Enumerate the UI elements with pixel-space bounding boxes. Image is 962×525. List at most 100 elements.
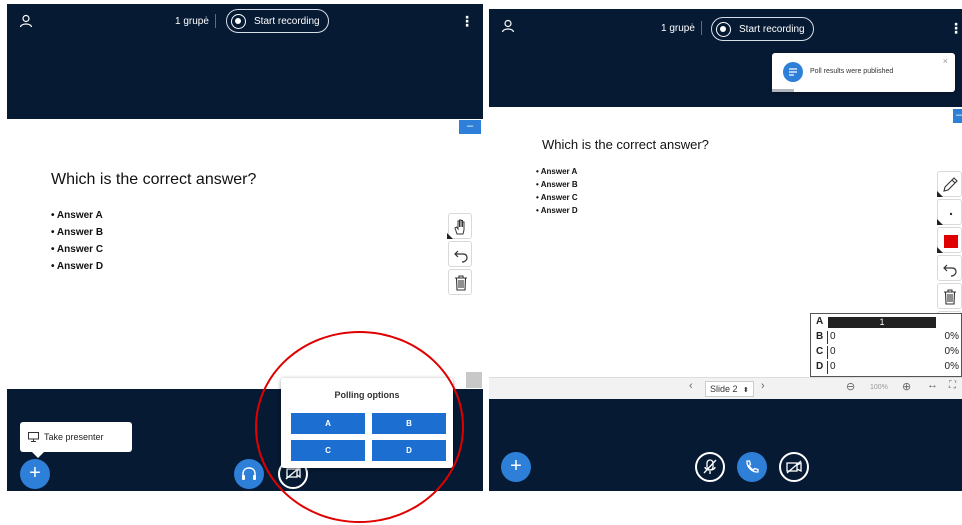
undo-button[interactable] [937,255,962,281]
color-swatch-icon [944,235,958,248]
prev-slide-icon[interactable]: ‹ [689,380,693,392]
start-recording-button[interactable]: Start recording [226,9,329,33]
record-label: Start recording [254,15,320,27]
actions-button[interactable]: + [501,452,531,482]
group-label: 1 grupė [661,23,695,34]
answer-item: Answer A [536,165,578,178]
poll-option-c-button[interactable]: C [291,440,365,461]
trash-icon [944,289,956,305]
answer-list: Answer A Answer B Answer C Answer D [51,207,103,275]
answer-list: Answer A Answer B Answer C Answer D [536,165,578,217]
poll-count: 0 [830,346,836,357]
zoom-out-icon[interactable]: ⊖ [846,380,855,393]
fullscreen-icon[interactable] [466,372,482,388]
minimize-presentation-button[interactable]: – [459,120,481,134]
poll-results-table: A 1 B 0 0% C 0 0% D 0 0% [810,313,962,377]
record-label: Start recording [739,23,805,35]
separator [215,14,216,28]
right-meeting-panel: 1 grupė Start recording ⋮ Poll results w… [489,9,962,491]
poll-result-bar: 1 [828,317,936,328]
hand-icon [454,219,465,235]
answer-item: Answer A [51,207,103,224]
poll-count: 1 [879,317,885,327]
tool-expand-marker [937,247,943,253]
polling-options-popup: Polling options A B C D [281,378,453,468]
take-presenter-menu-item[interactable]: Take presenter [20,422,132,458]
kebab-icon[interactable]: ⋮ [949,21,962,35]
undo-icon [943,264,957,277]
clear-all-button[interactable] [448,269,472,295]
camera-off-icon [786,460,802,474]
slide-selector[interactable]: Slide 2 ⬍ [705,381,754,397]
poll-divider [827,331,828,344]
answer-item: Answer B [51,224,103,241]
slide-question: Which is the correct answer? [542,137,709,152]
record-icon [716,21,731,37]
poll-answer-label: C [816,346,824,357]
kebab-icon[interactable]: ⋮ [460,14,474,28]
clear-all-button[interactable] [937,283,962,309]
poll-answer-label: A [816,316,824,327]
user-icon[interactable] [501,19,515,33]
poll-option-d-button[interactable]: D [372,440,446,461]
tool-expand-marker [447,233,453,239]
poll-count: 0 [830,331,836,342]
poll-result-row: D 0 0% [811,360,961,375]
plus-icon: + [29,462,41,484]
record-icon [231,13,246,29]
poll-option-b-button[interactable]: B [372,413,446,434]
answer-item: Answer C [51,241,103,258]
poll-divider [827,346,828,359]
zoom-in-icon[interactable]: ⊕ [902,380,911,393]
presentation-slide: Which is the correct answer? Answer A An… [489,107,962,399]
poll-option-a-button[interactable]: A [291,413,365,434]
join-audio-button[interactable] [234,459,264,489]
mute-button[interactable] [695,452,725,482]
undo-button[interactable] [448,241,472,267]
next-slide-icon[interactable]: › [761,380,765,392]
poll-count: 0 [830,361,836,372]
trash-icon [455,275,467,291]
presenter-icon [28,432,39,442]
slide-label: Slide 2 [710,384,738,394]
separator [701,21,702,35]
left-meeting-panel: 1 grupė Start recording ⋮ Which is the c… [7,4,483,491]
minimize-presentation-button[interactable]: – [953,109,962,123]
tool-expand-marker [937,191,943,197]
microphone-muted-icon [703,459,717,474]
answer-item: Answer D [536,204,578,217]
plus-icon: + [510,455,522,477]
poll-percent: 0% [944,361,959,372]
answer-item: Answer D [51,258,103,275]
phone-icon [746,460,759,473]
poll-published-toast: Poll results were published × [772,53,955,92]
slide-question: Which is the correct answer? [51,171,257,188]
answer-item: Answer C [536,191,578,204]
start-recording-button[interactable]: Start recording [711,17,814,41]
slide-navigation-bar: ‹ Slide 2 ⬍ › ⊖ 100% ⊕ ↔ ⛶ [489,377,962,399]
pencil-icon [943,177,958,192]
poll-percent: 0% [944,331,959,342]
poll-result-row: B 0 0% [811,330,961,345]
leave-audio-button[interactable] [737,452,767,482]
presentation-slide: Which is the correct answer? Answer A An… [7,119,483,389]
fit-width-icon[interactable]: ↔ [927,379,938,391]
poll-divider [827,361,828,374]
user-icon[interactable] [19,14,33,28]
top-bar: 1 grupė Start recording ⋮ [7,4,483,40]
toast-message: Poll results were published [810,68,894,75]
poll-result-row: C 0 0% [811,345,961,360]
fullscreen-icon[interactable]: ⛶ [949,380,956,391]
poll-answer-label: B [816,331,824,342]
actions-button[interactable]: + [20,459,50,489]
zoom-level: 100% [870,384,888,391]
undo-icon [454,250,468,263]
group-label: 1 grupė [175,16,209,27]
chevron-updown-icon: ⬍ [743,387,749,394]
take-presenter-label: Take presenter [44,432,104,442]
poll-percent: 0% [944,346,959,357]
poll-answer-label: D [816,361,824,372]
close-icon[interactable]: × [943,56,948,66]
top-bar: 1 grupė Start recording ⋮ [489,9,962,45]
share-webcam-button[interactable] [779,452,809,482]
